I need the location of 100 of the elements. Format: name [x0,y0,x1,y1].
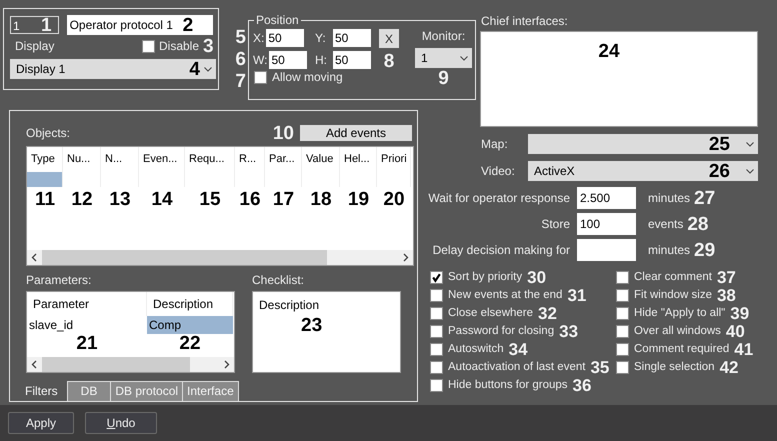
callout-number: 2 [182,16,194,34]
value-field[interactable]: 100 [577,213,636,235]
callout-number: 16 [239,190,261,209]
option-checkbox[interactable] [616,288,629,302]
callout-number: 30 [527,268,546,286]
option-checkbox[interactable] [430,270,443,284]
map-dropdown[interactable]: 25 [528,134,758,154]
position-legend: Position [254,13,301,27]
coordinate-label: Y: [315,31,327,45]
allow-moving-label: Allow moving [272,70,343,84]
option-checkbox[interactable] [616,360,629,374]
coordinate-field[interactable]: 50 [269,51,308,69]
callout-number: 27 [694,188,716,208]
option-checkbox[interactable] [616,324,629,338]
callout-number: 10 [272,124,294,142]
column-header[interactable]: Nu... [63,147,101,172]
disable-label: Disable [159,39,200,53]
callout-number: 8 [384,52,394,71]
column-header[interactable]: Par... [265,147,302,172]
callout-number: 12 [71,190,93,209]
display-dropdown[interactable]: Display 1 4 [10,59,216,79]
display-label: Display [15,39,56,53]
callout-number: 37 [716,268,736,286]
option-checkbox[interactable] [430,324,443,338]
horizontal-scrollbar[interactable] [27,250,413,265]
option-checkbox[interactable] [616,306,629,320]
option-checkbox[interactable] [430,306,443,320]
coordinate-field[interactable]: 50 [333,29,371,47]
allow-moving-checkbox[interactable] [254,70,267,84]
table-cell[interactable]: slave_id [27,316,147,334]
option-label: Hide "Apply to all" [634,307,726,319]
coordinate-label: W: [253,53,268,67]
callout-number: 19 [348,190,370,209]
add-events-button[interactable]: Add events [300,125,412,141]
reset-button[interactable]: X [379,29,399,48]
option-checkbox[interactable] [430,342,443,356]
option-label: Close elsewhere [448,307,534,319]
table-cell[interactable]: Comp [147,316,233,334]
column-header[interactable]: Parameter [27,292,147,316]
callout-number: 38 [716,286,736,304]
callout-number: 22 [179,334,201,353]
horizontal-scrollbar[interactable] [27,357,234,372]
callout-number: 13 [109,190,131,209]
coordinate-field[interactable]: 50 [333,51,371,69]
unit-label: events [648,217,684,231]
callout-number: 21 [76,334,98,353]
monitor-dropdown[interactable]: 1 [415,48,472,68]
value-field[interactable]: 2.500 [577,187,636,209]
callout-number: 20 [383,190,405,209]
apply-button[interactable]: Apply [8,412,74,434]
callout-number: 18 [310,190,332,209]
column-header[interactable]: R... [235,147,265,172]
column-header[interactable]: N... [101,147,139,172]
value-field[interactable] [577,239,636,261]
unit-label: minutes [648,191,690,205]
callout-number: 39 [730,304,750,322]
column-header[interactable]: Description [259,298,400,312]
option-label: Single selection [634,361,715,373]
caret-icon [460,56,468,60]
unit-label: minutes [648,243,690,257]
option-label: Hide buttons for groups [448,379,568,391]
coordinate-field[interactable]: 50 [266,29,304,47]
option-label: Over all windows [634,325,721,337]
video-dropdown[interactable]: ActiveX 26 [528,161,758,181]
option-checkbox[interactable] [430,360,443,374]
column-header[interactable]: Hel... [340,147,377,172]
callout-number: 35 [590,358,610,376]
option-checkbox[interactable] [616,270,629,284]
option-label: Autoactivation of last event [448,361,586,373]
disable-checkbox[interactable] [142,40,155,52]
option-checkbox[interactable] [430,288,443,302]
coordinate-label: H: [315,53,328,67]
parameters-label: Parameters: [26,273,92,287]
column-header[interactable]: Value [302,147,340,172]
callout-number: 6 [235,50,246,69]
callout-number: 4 [189,60,200,78]
callout-number: 40 [726,322,745,340]
callout-number: 41 [734,340,754,358]
column-header[interactable]: Requ... [185,147,235,172]
callout-number: 23 [301,316,322,335]
option-checkbox[interactable] [616,342,629,356]
undo-button[interactable]: Undo [85,412,157,434]
caret-icon [746,142,754,146]
option-checkbox[interactable] [430,378,443,392]
callout-number: 14 [151,190,173,209]
callout-number: 17 [272,190,294,209]
callout-number: 9 [438,69,449,88]
callout-number: 11 [34,190,56,209]
callout-number: 42 [720,358,738,376]
map-label: Map: [481,137,509,151]
video-label: Video: [481,164,516,178]
column-header[interactable]: Priori [377,147,411,172]
column-header[interactable]: Even... [139,147,185,172]
option-label: Fit window size [634,289,712,301]
monitor-label: Monitor: [422,29,466,43]
option-label: Password for closing [448,325,554,337]
callout-number: 26 [708,162,730,180]
callout-number: 34 [508,340,528,358]
tab[interactable]: Filters [20,381,68,401]
callout-number: 31 [567,286,586,304]
